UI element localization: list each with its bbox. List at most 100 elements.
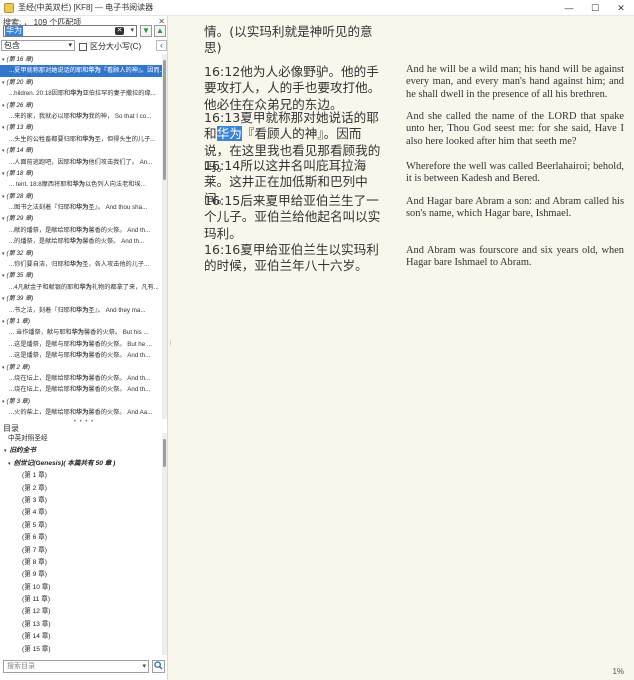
search-result-item[interactable]: ...书之法，刻着『归耶和华为圣』。 And they ma... [0, 305, 162, 316]
expand-chevron-icon[interactable]: ▾ [2, 80, 5, 86]
result-match-text: 华为 [76, 226, 89, 234]
search-result-item[interactable]: ...来的家，我就必以耶和华为我的神， So that I co... [0, 111, 162, 122]
previous-match-button[interactable]: ▲ [154, 25, 166, 37]
search-result-item[interactable]: ...夏甲就称那对她说话的耶和华为『看顾人的神』。因而... [0, 65, 162, 77]
result-chapter-header[interactable]: ▾ (第 14 章) [0, 145, 162, 156]
toc-scrollbar[interactable] [162, 433, 167, 655]
expand-chevron-icon[interactable]: ▾ [2, 194, 5, 200]
maximize-button[interactable]: ☐ [582, 0, 608, 16]
toc-item-label: (第 4 章) [22, 509, 47, 517]
results-scrollbar[interactable] [162, 54, 167, 419]
expand-chevron-icon[interactable]: ▾ [8, 461, 11, 467]
result-chapter-header[interactable]: ▾ (第 18 章) [0, 168, 162, 179]
result-chapter-label: (第 1 章) [6, 317, 30, 325]
result-match-text: 华为 [70, 90, 83, 98]
search-result-item[interactable]: ...这是燔祭，是献与耶和华为馨香的火祭。 And th... [0, 350, 162, 361]
expand-chevron-icon[interactable]: ▾ [2, 171, 5, 177]
result-chapter-header[interactable]: ▾ (第 1 章) [0, 316, 162, 327]
search-result-item[interactable]: ...你们要自洁，归耶和华为圣，各人攻击他的儿子... [0, 259, 162, 270]
toc-item[interactable]: (第 10 章) [0, 582, 162, 594]
result-context-text: ...来的家，我就必以耶和 [9, 112, 77, 120]
result-context-text: 馨香的火祭。 But his ... [83, 329, 149, 337]
toc-item[interactable]: (第 3 章) [0, 495, 162, 507]
result-chapter-header[interactable]: ▾ (第 26 章) [0, 100, 162, 111]
search-result-item[interactable]: ...4凡献金子和献银的耶和华为礼物的都拿了来，凡有... [0, 282, 162, 293]
result-chapter-header[interactable]: ▾ (第 39 章) [0, 293, 162, 304]
expand-chevron-icon[interactable]: ▾ [2, 365, 5, 371]
toc-item[interactable]: (第 4 章) [0, 507, 162, 519]
search-result-item[interactable]: ...人面前逃跑吧，因耶和华为他们攻击我们了。 An... [0, 157, 162, 168]
result-chapter-header[interactable]: ▾ (第 28 章) [0, 191, 162, 202]
toc-item[interactable]: ▾ 创世记(Genesis)( 本篇共有 50 章 ) [0, 458, 162, 470]
panel-splitter[interactable]: • • • • [0, 419, 168, 425]
vertical-splitter[interactable]: ⋮ [167, 340, 174, 360]
toc-item[interactable]: (第 6 章) [0, 532, 162, 544]
search-result-item[interactable]: ... 当作燔祭，献与耶和华为馨香的火祭。 But his ... [0, 327, 162, 338]
toc-item[interactable]: (第 12 章) [0, 606, 162, 618]
search-result-item[interactable]: ...hildren. 20:18因耶和华为亚伯拉罕的妻子撒拉的缘... [0, 88, 162, 99]
search-result-item[interactable]: ... tent. 18:8摩西将耶和华为以色列人向法老和埃... [0, 179, 162, 190]
checkbox-box [79, 42, 87, 51]
toc-item-label: 旧约全书 [9, 447, 36, 455]
toc-item[interactable]: 中英对照圣经 [0, 433, 162, 445]
result-chapter-label: (第 29 章) [6, 215, 34, 223]
result-chapter-header[interactable]: ▾ (第 13 章) [0, 122, 162, 133]
toc-item[interactable]: (第 13 章) [0, 619, 162, 631]
result-chapter-header[interactable]: ▾ (第 29 章) [0, 213, 162, 224]
expand-chevron-icon[interactable]: ▾ [2, 273, 5, 279]
next-match-button[interactable]: ▼ [140, 25, 152, 37]
toc-item[interactable]: (第 15 章) [0, 644, 162, 655]
expand-chevron-icon[interactable]: ▾ [2, 216, 5, 222]
results-scrollbar-thumb[interactable] [163, 60, 166, 180]
result-match-text: 华为 [88, 67, 101, 75]
expand-chevron-icon[interactable]: ▾ [2, 57, 5, 63]
result-chapter-header[interactable]: ▾ (第 35 章) [0, 270, 162, 281]
toc-item[interactable]: (第 8 章) [0, 557, 162, 569]
result-context-text: ...献的燔祭，是献给耶和 [9, 226, 77, 234]
toc-scrollbar-thumb[interactable] [163, 439, 166, 467]
toc-item[interactable]: (第 9 章) [0, 569, 162, 581]
toc-item[interactable]: (第 11 章) [0, 594, 162, 606]
toc-item[interactable]: (第 5 章) [0, 520, 162, 532]
result-chapter-header[interactable]: ▾ (第 20 章) [0, 77, 162, 88]
toc-item[interactable]: ▾ 旧约全书 [0, 445, 162, 457]
search-result-item[interactable]: ...的燔祭，是献给耶和华为馨香的火祭。 And th... [0, 236, 162, 247]
splitter-grip-icon: ⋮ [167, 341, 174, 347]
expand-chevron-icon[interactable]: ▾ [4, 448, 7, 454]
result-chapter-header[interactable]: ▾ (第 16 章) [0, 54, 162, 65]
search-input[interactable]: 华为 ✕ ▾ [3, 25, 137, 37]
expand-chevron-icon[interactable]: ▾ [2, 251, 5, 257]
result-context-text: ...烧在坛上，是献给耶和 [9, 386, 77, 394]
search-result-item[interactable]: ...这是燔祭，是献与耶和华为馨香的火祭。 But he ... [0, 339, 162, 350]
search-result-item[interactable]: ...图书之法刻着『归耶和华为圣』。 And thou sha... [0, 202, 162, 213]
result-chapter-header[interactable]: ▾ (第 3 章) [0, 396, 162, 407]
expand-chevron-icon[interactable]: ▾ [2, 103, 5, 109]
result-chapter-header[interactable]: ▾ (第 2 章) [0, 362, 162, 373]
search-result-item[interactable]: ...烧在坛上，是献给耶和华为馨香的火祭。 And th... [0, 384, 162, 395]
toc-item[interactable]: (第 2 章) [0, 483, 162, 495]
toc-search-input[interactable]: 搜索目录 ▾ [3, 660, 149, 673]
search-result-item[interactable]: ...头生的公牲畜都要归耶和华为圣，但得头生的儿子... [0, 134, 162, 145]
search-history-dropdown-icon[interactable]: ▾ [130, 26, 134, 34]
toc-search-button[interactable] [152, 660, 165, 673]
clear-search-icon[interactable]: ✕ [115, 27, 124, 35]
result-chapter-label: (第 16 章) [6, 56, 34, 63]
expand-chevron-icon[interactable]: ▾ [2, 148, 5, 154]
expand-chevron-icon[interactable]: ▾ [2, 399, 5, 405]
result-match-text: 华为 [76, 352, 89, 360]
search-mode-select[interactable]: 包含 ▾ [1, 40, 75, 51]
search-result-item[interactable]: ...火的柴上，是献给耶和华为馨香的火祭。 And Aa... [0, 407, 162, 418]
toc-item[interactable]: (第 7 章) [0, 545, 162, 557]
search-result-item[interactable]: ...献的燔祭，是献给耶和华为馨香的火祭。 And th... [0, 225, 162, 236]
expand-chevron-icon[interactable]: ▾ [2, 319, 5, 325]
close-button[interactable]: ✕ [608, 0, 634, 16]
result-chapter-header[interactable]: ▾ (第 32 章) [0, 248, 162, 259]
case-sensitive-checkbox[interactable]: 区分大小写(C) [79, 41, 141, 52]
collapse-panel-button[interactable]: ‹ [156, 40, 167, 51]
minimize-button[interactable]: — [556, 0, 582, 16]
toc-item[interactable]: (第 14 章) [0, 631, 162, 643]
toc-item[interactable]: (第 1 章) [0, 470, 162, 482]
expand-chevron-icon[interactable]: ▾ [2, 125, 5, 131]
search-result-item[interactable]: ...烧在坛上，是献给耶和华为馨香的火祭。 And th... [0, 373, 162, 384]
expand-chevron-icon[interactable]: ▾ [2, 296, 5, 302]
